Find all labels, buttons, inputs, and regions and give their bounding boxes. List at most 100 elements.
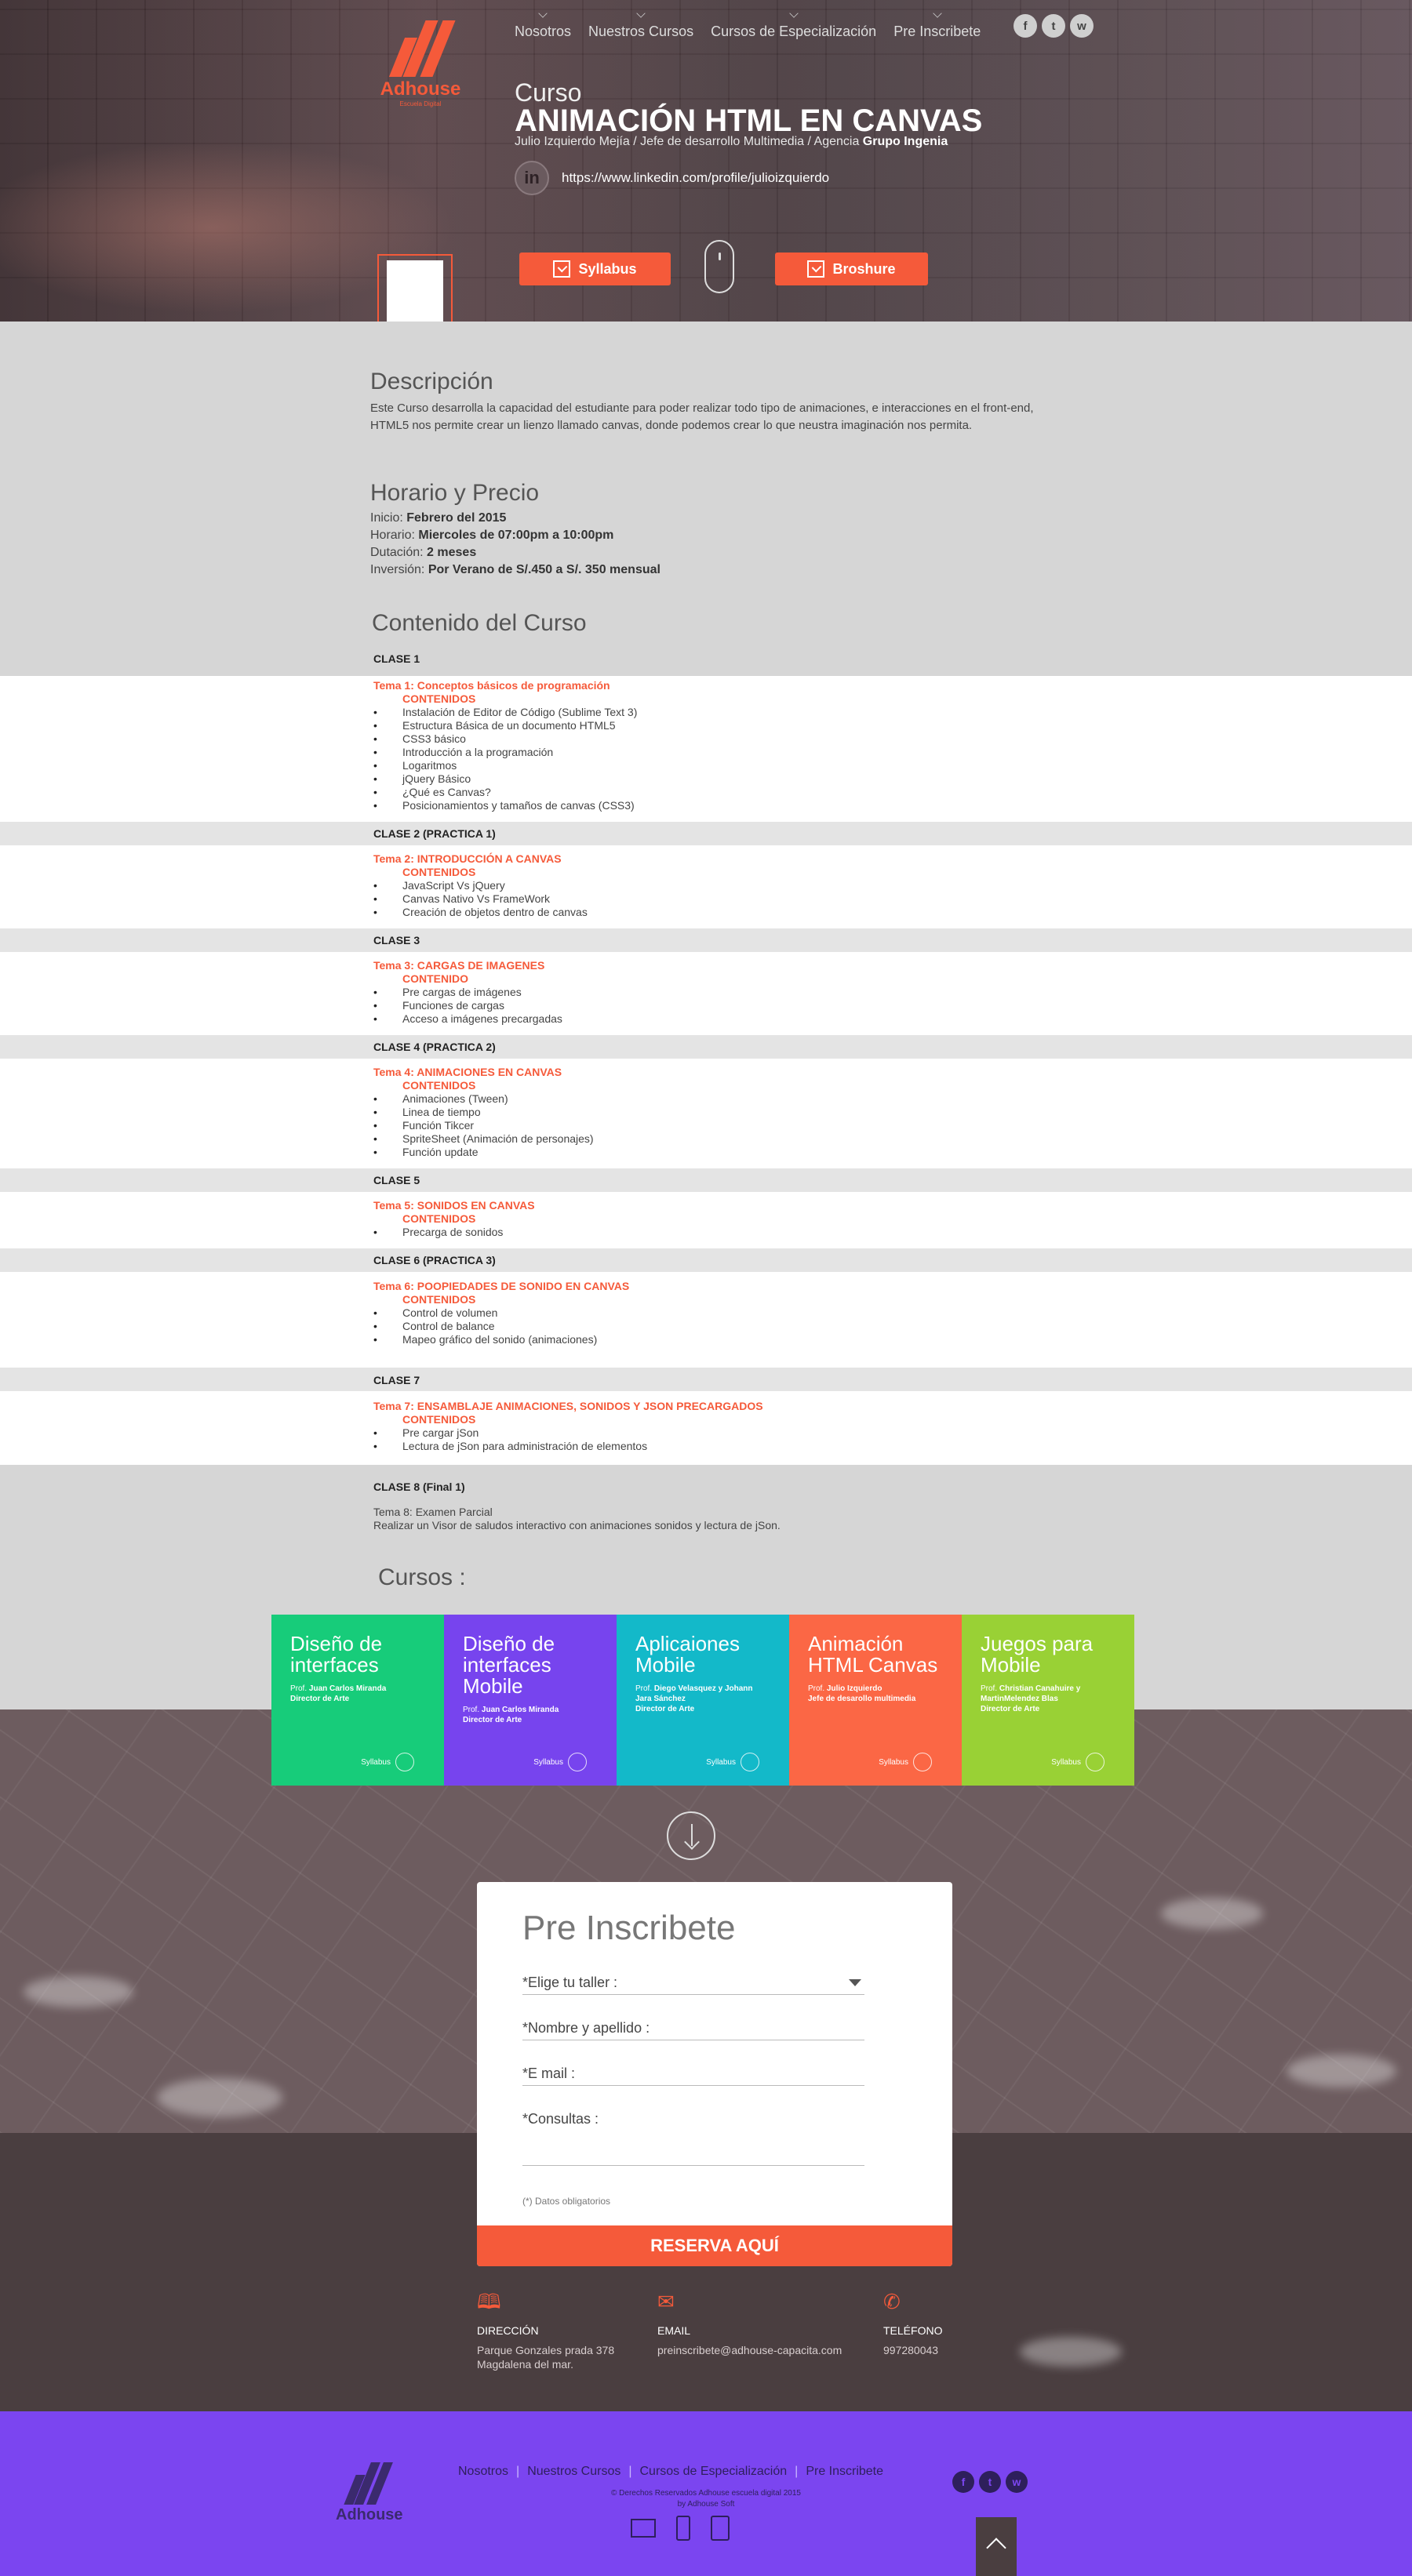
final-line: Tema 8: Examen Parcial	[373, 1506, 493, 1518]
linkedin-url: https://www.linkedin.com/profile/julioiz…	[562, 170, 830, 185]
tema-block: Tema 2: INTRODUCCIÓN A CANVAS CONTENIDOS…	[373, 852, 588, 919]
clase-header-band	[0, 928, 1412, 952]
nav-cursos-especializacion[interactable]: Cursos de Especialización	[711, 8, 876, 40]
twitter-icon[interactable]: t	[1042, 14, 1065, 38]
email-field[interactable]: *E mail :	[522, 2066, 864, 2086]
clase-label: CLASE 8 (Final 1)	[373, 1481, 465, 1493]
nav-nuestros-cursos[interactable]: Nuestros Cursos	[588, 8, 693, 40]
clase-header-band	[0, 1035, 1412, 1059]
contact-telefono: ✆ TELÉFONO 997280043	[883, 2290, 942, 2357]
cloud	[157, 2078, 282, 2117]
course-card[interactable]: Diseño de interfaces Mobile Prof. Juan C…	[444, 1615, 617, 1786]
list-item: Logaritmos	[373, 759, 637, 772]
linkedin-link[interactable]: in https://www.linkedin.com/profile/juli…	[515, 161, 829, 195]
prof-name: Juan Carlos Miranda	[481, 1706, 559, 1714]
scroll-mouse-icon	[704, 240, 734, 293]
footer-nav-nuestros-cursos[interactable]: Nuestros Cursos	[527, 2465, 620, 2479]
card-syllabus-link[interactable]: Syllabus	[706, 1753, 759, 1771]
card-syllabus-link[interactable]: Syllabus	[361, 1753, 414, 1771]
logo-name: Adhouse	[336, 2506, 403, 2523]
footer-nav-cursos-especializacion[interactable]: Cursos de Especialización	[640, 2465, 788, 2479]
card-prof: Prof. Diego Velasquez y Johann Jara Sánc…	[635, 1684, 770, 1714]
prof-prefix: Prof.	[981, 1684, 999, 1693]
contact-label: DIRECCIÓN	[477, 2324, 539, 2337]
list-item: Creación de objetos dentro de canvas	[373, 906, 588, 919]
list-item: Estructura Básica de un documento HTML5	[373, 719, 637, 732]
nav-pre-inscribete[interactable]: Pre Inscribete	[893, 8, 981, 40]
list-item: Funciones de cargas	[373, 999, 562, 1012]
schedule-list: Inicio: Febrero del 2015 Horario: Mierco…	[370, 510, 661, 579]
clase-header-band	[0, 1248, 1412, 1272]
card-prof: Prof. Julio Izquierdo Jefe de desarollo m…	[808, 1684, 943, 1704]
arrow-circle-icon	[1086, 1753, 1104, 1771]
card-prof: Prof. Juan Carlos Miranda Director de Art…	[463, 1705, 598, 1725]
course-card[interactable]: Juegos para Mobile Prof. Christian Canah…	[962, 1615, 1134, 1786]
footer-nav-pre-inscribete[interactable]: Pre Inscribete	[806, 2465, 883, 2479]
consultas-field[interactable]: *Consultas :	[522, 2111, 864, 2166]
final-line: Realizar un Visor de saludos interactivo…	[373, 1519, 781, 1531]
course-card[interactable]: Aplicaiones Mobile Prof. Diego Velasquez…	[617, 1615, 789, 1786]
tema-title: Tema 6: POOPIEDADES DE SONIDO EN CANVAS	[373, 1280, 630, 1292]
list-item: Pre cargar jSon	[373, 1426, 763, 1440]
clase-band	[0, 952, 1412, 1035]
contact-value[interactable]: preinscribete@adhouse-capacita.com	[657, 2343, 842, 2357]
course-card[interactable]: Animación HTML Canvas Prof. Julio Izquie…	[789, 1615, 962, 1786]
contact-label: EMAIL	[657, 2324, 691, 2337]
facebook-icon[interactable]: f	[1014, 14, 1037, 38]
nav-nosotros[interactable]: Nosotros	[515, 8, 571, 40]
clase-label: CLASE 5	[373, 1174, 420, 1186]
scroll-down-icon[interactable]	[667, 1811, 715, 1860]
card-syllabus-link[interactable]: Syllabus	[1051, 1753, 1104, 1771]
logo-mark-icon	[373, 20, 468, 77]
prof-role: Jefe de desarollo multimedia	[808, 1695, 916, 1703]
brochure-button[interactable]: Broshure	[775, 253, 928, 285]
clase-band	[0, 1192, 1412, 1248]
agency-name: Grupo Ingenia	[862, 135, 948, 148]
descripcion-text: Este Curso desarrolla la capacidad del e…	[370, 401, 1034, 432]
clase-label: CLASE 4 (PRACTICA 2)	[373, 1041, 496, 1053]
logo-tagline: Escuela Digital	[399, 100, 442, 107]
list-item: Función update	[373, 1146, 594, 1159]
tema-subtitle: CONTENIDOS	[402, 1293, 476, 1306]
separator: |	[516, 2465, 520, 2478]
taller-select[interactable]: *Elige tu taller :	[522, 1975, 864, 1995]
desktop-icon[interactable]	[631, 2519, 656, 2538]
chevron-down-icon	[788, 9, 799, 18]
list-item: jQuery Básico	[373, 772, 637, 786]
contact-value[interactable]: 997280043	[883, 2343, 942, 2357]
nav-label: Nuestros Cursos	[588, 24, 694, 39]
course-card[interactable]: Diseño de interfaces Prof. Juan Carlos M…	[271, 1615, 444, 1786]
reserve-button[interactable]: RESERVA AQUÍ	[477, 2225, 952, 2266]
footer-nav: Nosotros | Nuestros Cursos | Cursos de E…	[458, 2465, 883, 2479]
nombre-field[interactable]: *Nombre y apellido :	[522, 2020, 864, 2040]
card-title: Diseño de interfaces Mobile	[463, 1632, 555, 1698]
schedule-value: Por Verano de S/.450 a S/. 350 mensual	[428, 563, 661, 576]
tema-block: Tema 6: POOPIEDADES DE SONIDO EN CANVAS …	[373, 1280, 629, 1346]
card-syllabus-link[interactable]: Syllabus	[533, 1753, 587, 1771]
clase-band	[0, 1272, 1412, 1368]
list-item: Precarga de sonidos	[373, 1226, 535, 1239]
clase-label: CLASE 1	[373, 652, 420, 665]
syllabus-button[interactable]: Syllabus	[519, 253, 671, 285]
whatsapp-icon[interactable]: w	[1070, 14, 1094, 38]
site-logo[interactable]: Adhouse Escuela Digital	[373, 20, 468, 107]
list-item: Acceso a imágenes precargadas	[373, 1012, 562, 1026]
schedule-row: Horario: Miercoles de 07:00pm a 10:00pm	[370, 527, 661, 544]
footer-nav-nosotros[interactable]: Nosotros	[458, 2465, 508, 2479]
contact-value: Parque Gonzales prada 378 Magdalena del m…	[477, 2343, 614, 2371]
final-block: Tema 8: Examen Parcial Realizar un Visor…	[373, 1506, 781, 1532]
tema-subtitle: CONTENIDOS	[402, 1413, 476, 1426]
tablet-icon[interactable]	[711, 2516, 730, 2541]
card-syllabus-link[interactable]: Syllabus	[879, 1753, 932, 1771]
map-book-icon: 🕮	[477, 2290, 501, 2313]
syllabus-label: Syllabus	[578, 260, 637, 277]
tema-title: Tema 1: Conceptos básicos de programació…	[373, 679, 610, 692]
back-to-top-button[interactable]	[976, 2517, 1017, 2576]
download-icon	[807, 260, 825, 278]
schedule-label: Dutación:	[370, 546, 428, 559]
syllabus-label: Syllabus	[706, 1757, 736, 1767]
cloud	[24, 1976, 133, 2007]
tema-items: JavaScript Vs jQuery Canvas Nativo Vs Fr…	[373, 879, 588, 919]
phone-device-icon[interactable]	[676, 2516, 690, 2541]
tema-title: Tema 2: INTRODUCCIÓN A CANVAS	[373, 852, 562, 865]
